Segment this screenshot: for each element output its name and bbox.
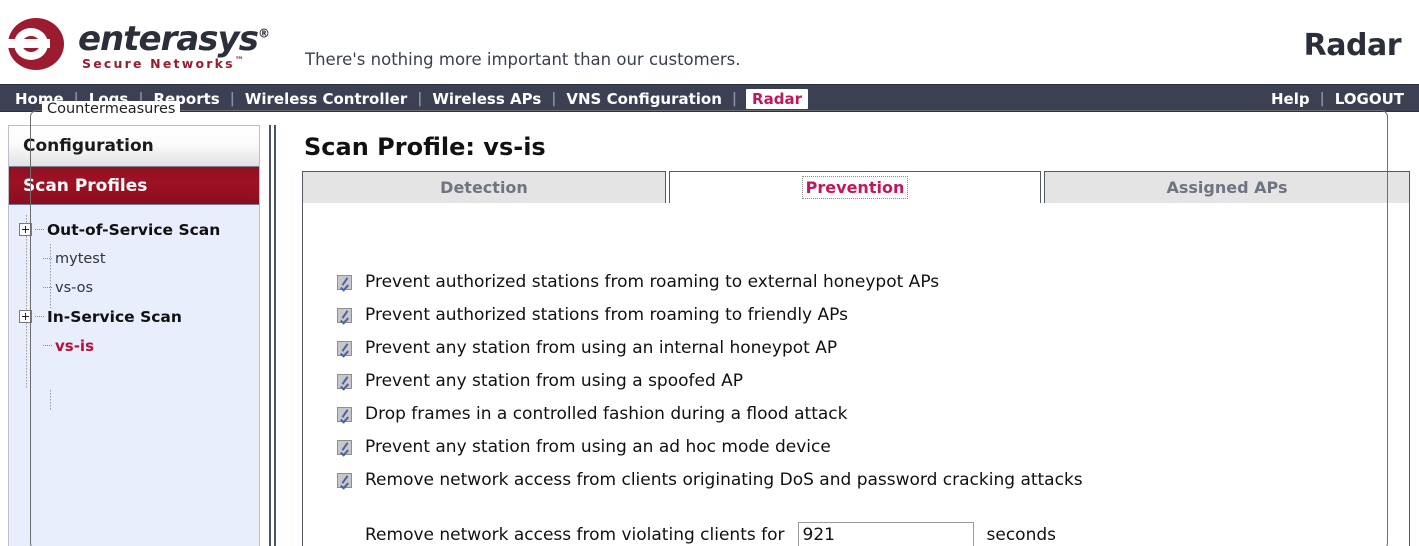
- nav-item-radar[interactable]: Radar: [746, 89, 808, 109]
- countermeasure-label: Prevent authorized stations from roaming…: [365, 305, 848, 325]
- countermeasure-label: Remove network access from clients origi…: [365, 470, 1083, 490]
- nav-separator: |: [1319, 91, 1325, 107]
- brand-wordmark: enterasys®: [78, 19, 270, 59]
- main-navigation-bar: Home | Logs | Reports | Wireless Control…: [0, 84, 1419, 112]
- countermeasure-label: Prevent any station from using an intern…: [365, 338, 838, 358]
- nav-separator: |: [551, 91, 557, 107]
- checkbox-row[interactable]: Remove network access from clients origi…: [337, 470, 1419, 490]
- checkbox-row[interactable]: Prevent any station from using a spoofed…: [337, 371, 1419, 391]
- countermeasure-checkbox-spoofed-ap[interactable]: [337, 373, 352, 389]
- branding-banner: enterasys® Secure Networks™ There's noth…: [0, 0, 1419, 84]
- duration-prefix-label: Remove network access from violating cli…: [365, 524, 785, 545]
- countermeasure-checkbox-external-honeypot[interactable]: [337, 274, 352, 290]
- duration-seconds-input[interactable]: [797, 522, 974, 546]
- nav-item-wireless-controller[interactable]: Wireless Controller: [244, 85, 408, 113]
- nav-item-help[interactable]: Help: [1270, 85, 1311, 113]
- countermeasure-checkbox-internal-honeypot[interactable]: [337, 340, 352, 356]
- nav-secondary-items: Help | LOGOUT: [1270, 85, 1405, 113]
- registered-mark: ®: [257, 26, 270, 41]
- countermeasure-checkbox-friendly-aps[interactable]: [337, 307, 352, 323]
- nav-item-wireless-aps[interactable]: Wireless APs: [431, 85, 542, 113]
- violating-clients-duration-row: Remove network access from violating cli…: [337, 522, 1419, 546]
- checkbox-row[interactable]: Drop frames in a controlled fashion duri…: [337, 404, 1419, 424]
- checkbox-row[interactable]: Prevent any station from using an ad hoc…: [337, 437, 1419, 457]
- checkbox-row[interactable]: Prevent authorized stations from roaming…: [337, 272, 1419, 292]
- nav-item-logout[interactable]: LOGOUT: [1334, 85, 1405, 113]
- brand-sub-wordmark: Secure Networks™: [82, 57, 244, 71]
- trademark-mark: ™: [234, 56, 244, 66]
- countermeasure-label: Prevent any station from using a spoofed…: [365, 371, 744, 391]
- brand-wordmark-text: enterasys: [78, 19, 259, 59]
- countermeasure-label: Prevent authorized stations from roaming…: [365, 272, 940, 292]
- countermeasure-checkbox-flood-attack[interactable]: [337, 406, 352, 422]
- nav-separator: |: [731, 91, 738, 107]
- countermeasure-checkbox-ad-hoc-device[interactable]: [337, 439, 352, 455]
- nav-separator: |: [229, 91, 235, 107]
- checkbox-row[interactable]: Prevent any station from using an intern…: [337, 338, 1419, 358]
- application-window: enterasys® Secure Networks™ There's noth…: [0, 0, 1419, 546]
- brand-tagline: There's nothing more important than our …: [305, 50, 741, 69]
- enterasys-circle-e-logo-icon: [6, 18, 70, 70]
- duration-suffix-label: seconds: [986, 524, 1057, 545]
- countermeasures-legend: Countermeasures: [42, 101, 181, 117]
- countermeasure-label: Drop frames in a controlled fashion duri…: [365, 404, 848, 424]
- countermeasure-label: Prevent any station from using an ad hoc…: [365, 437, 831, 457]
- checkbox-row[interactable]: Prevent authorized stations from roaming…: [337, 305, 1419, 325]
- nav-item-vns-configuration[interactable]: VNS Configuration: [565, 85, 723, 113]
- countermeasure-checkbox-dos-password-cracking[interactable]: [337, 472, 352, 488]
- product-title: Radar: [1303, 28, 1402, 63]
- nav-separator: |: [417, 91, 423, 107]
- brand-sub-wordmark-text: Secure Networks: [82, 56, 235, 72]
